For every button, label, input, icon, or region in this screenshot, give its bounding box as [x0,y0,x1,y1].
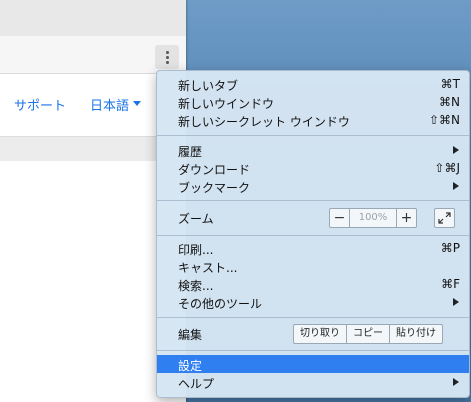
menu-item-label: 編集 [178,328,203,342]
menu-separator [157,235,469,236]
menu-item-settings[interactable]: 設定 [157,355,469,373]
menu-separator [157,135,469,136]
menu-item-label: その他のツール [178,297,263,311]
menu-separator [157,317,469,318]
menu-item-label: ブックマーク [178,181,251,195]
copy-button[interactable]: コピー [346,324,390,344]
menu-item-new-incognito-window[interactable]: 新しいシークレット ウインドウ ⇧⌘N [157,111,469,129]
menu-item-label: ズーム [178,212,214,226]
language-selector[interactable]: 日本語 [90,95,129,114]
submenu-arrow-icon [453,182,459,190]
zoom-in-button[interactable]: + [396,209,416,227]
menu-item-help[interactable]: ヘルプ [157,373,469,391]
fullscreen-button[interactable] [434,208,455,228]
zoom-control: − 100% + [329,208,417,228]
menu-item-shortcut: ⇧⌘J [434,161,460,175]
menu-item-label: 新しいシークレット ウインドウ [178,115,350,129]
menu-item-label: 新しいタブ [178,79,239,93]
menu-separator [157,350,469,351]
menu-item-downloads[interactable]: ダウンロード ⇧⌘J [157,159,469,177]
zoom-level: 100% [358,212,388,223]
menu-item-find[interactable]: 検索... ⌘F [157,275,469,293]
menu-item-label: 新しいウインドウ [178,97,275,111]
menu-item-label: ヘルプ [178,377,215,391]
zoom-out-button[interactable]: − [330,209,350,227]
support-link[interactable]: サポート [14,95,66,114]
menu-item-shortcut: ⇧⌘N [428,113,460,127]
menu-item-new-tab[interactable]: 新しいタブ ⌘T [157,75,469,93]
more-vertical-icon [165,50,169,64]
menu-item-label: キャスト... [178,261,238,275]
fullscreen-icon [438,212,451,224]
menu-item-label: 印刷... [178,243,214,257]
menu-item-label: 設定 [178,359,203,373]
menu-item-cast[interactable]: キャスト... [157,257,469,275]
submenu-arrow-icon [453,146,459,154]
browser-main-menu: 新しいタブ ⌘T 新しいウインドウ ⌘N 新しいシークレット ウインドウ ⇧⌘N… [156,70,470,398]
menu-item-label: 検索... [178,279,214,293]
menu-item-shortcut: ⌘P [440,241,460,255]
menu-item-label: ダウンロード [178,163,251,177]
edit-controls: 切り取り コピー 貼り付け [293,324,443,344]
menu-item-new-window[interactable]: 新しいウインドウ ⌘N [157,93,469,111]
browser-menu-button[interactable] [155,45,179,69]
menu-item-bookmarks[interactable]: ブックマーク [157,177,469,195]
menu-item-more-tools[interactable]: その他のツール [157,293,469,311]
submenu-arrow-icon [453,378,459,386]
menu-item-history[interactable]: 履歴 [157,141,469,159]
menu-item-shortcut: ⌘N [439,95,460,109]
menu-item-shortcut: ⌘F [441,277,460,291]
menu-item-label: 履歴 [178,145,203,159]
menu-item-zoom: ズーム [157,208,469,226]
submenu-arrow-icon [453,298,459,306]
tab-strip [0,0,186,37]
menu-item-print[interactable]: 印刷... ⌘P [157,239,469,257]
menu-item-shortcut: ⌘T [440,77,460,91]
cut-button[interactable]: 切り取り [293,324,347,344]
paste-button[interactable]: 貼り付け [389,324,443,344]
caret-down-icon [133,101,141,106]
menu-separator [157,200,469,201]
